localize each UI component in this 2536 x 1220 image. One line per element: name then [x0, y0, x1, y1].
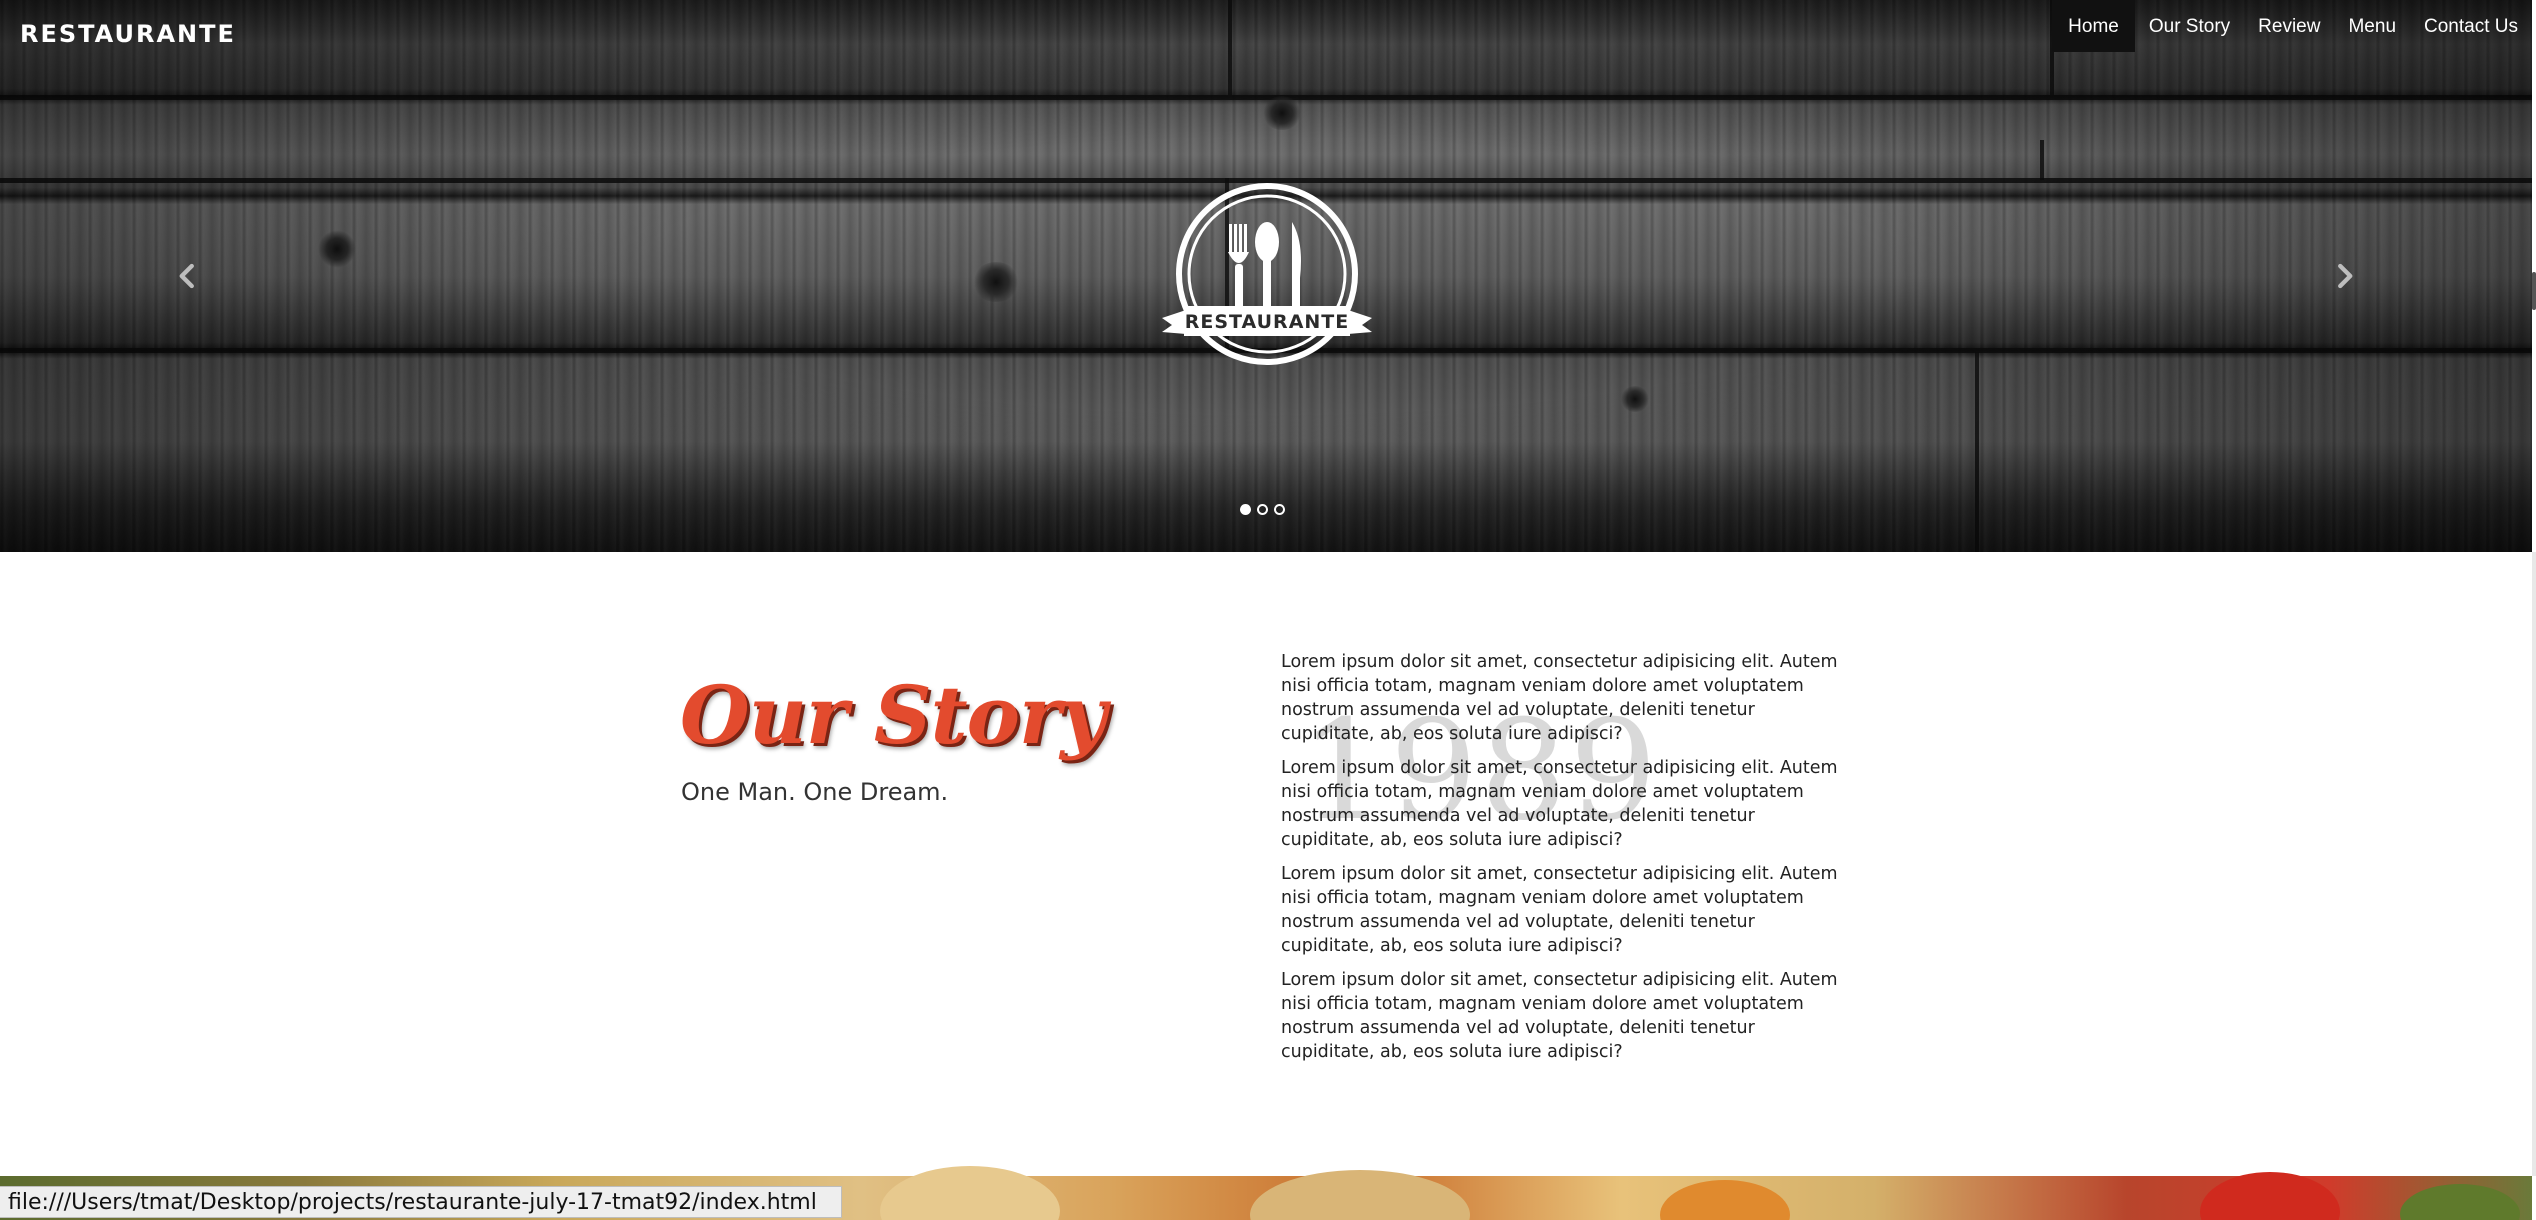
nav-our-story[interactable]: Our Story: [2135, 0, 2244, 52]
carousel-dot[interactable]: [1274, 504, 1285, 515]
nav-menu[interactable]: Menu: [2334, 0, 2410, 52]
chevron-right-icon: [2338, 263, 2353, 289]
cutlery-badge-icon: RESTAURANTE: [1162, 183, 1372, 365]
vegetable-shape: [2200, 1172, 2340, 1220]
carousel-next-button[interactable]: [2326, 258, 2362, 294]
brand-logo[interactable]: RESTAURANTE: [20, 20, 236, 48]
story-paragraph: Lorem ipsum dolor sit amet, consectetur …: [1281, 970, 1838, 1062]
section-title: Our Story: [680, 668, 1107, 762]
scrollbar-track: [2532, 552, 2536, 1176]
scrollbar-thumb[interactable]: [2532, 272, 2536, 310]
nav-home[interactable]: Home: [2052, 0, 2135, 52]
nav-contact-us[interactable]: Contact Us: [2410, 0, 2532, 52]
story-paragraph: Lorem ipsum dolor sit amet, consectetur …: [1281, 652, 1838, 744]
carousel-dot[interactable]: [1240, 504, 1251, 515]
hero-carousel: RESTAURANTE Home Our Story Review Menu C…: [0, 0, 2532, 552]
carousel-dot[interactable]: [1257, 504, 1268, 515]
vegetable-shape: [880, 1166, 1060, 1220]
main-nav: Home Our Story Review Menu Contact Us: [2052, 0, 2532, 52]
story-paragraph: Lorem ipsum dolor sit amet, consectetur …: [1281, 758, 1838, 850]
status-bar-url: file:///Users/tmat/Desktop/projects/rest…: [0, 1186, 842, 1218]
vegetable-shape: [2400, 1184, 2520, 1220]
vegetable-shape: [1660, 1180, 1790, 1220]
logo-text: RESTAURANTE: [1185, 311, 1350, 333]
story-text: Lorem ipsum dolor sit amet, consectetur …: [1281, 650, 1841, 1074]
vegetable-shape: [1250, 1170, 1470, 1220]
nav-review[interactable]: Review: [2244, 0, 2334, 52]
section-subtitle: One Man. One Dream.: [681, 778, 949, 806]
carousel-indicators: [1240, 504, 1285, 515]
carousel-prev-button[interactable]: [170, 258, 206, 294]
story-paragraph: Lorem ipsum dolor sit amet, consectetur …: [1281, 864, 1838, 956]
chevron-left-icon: [179, 263, 194, 289]
